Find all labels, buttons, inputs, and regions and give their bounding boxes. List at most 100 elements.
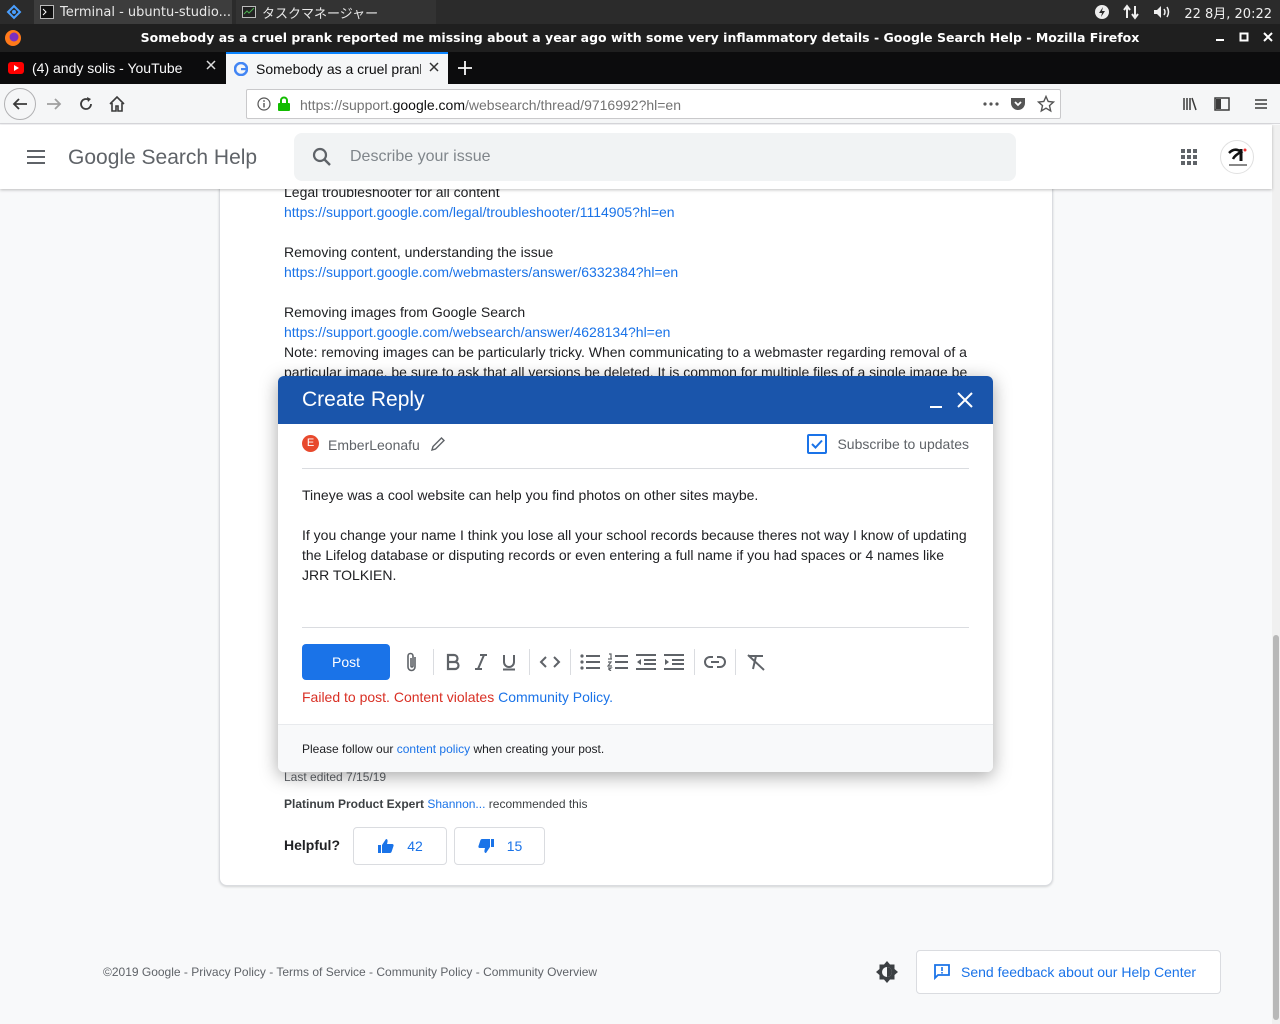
bold-button[interactable]	[441, 650, 465, 674]
help-center-header: Google Search Help	[0, 125, 1272, 189]
recommendation-prefix: Platinum Product Expert	[284, 797, 425, 811]
attach-button[interactable]	[400, 650, 424, 674]
close-icon	[957, 392, 973, 408]
google-favicon-icon	[234, 62, 248, 76]
minimize-window-button[interactable]	[1210, 28, 1230, 48]
paperclip-icon	[407, 652, 416, 672]
thumbs-down-button[interactable]: 15	[454, 827, 545, 865]
outdent-icon	[636, 654, 656, 670]
answer-link[interactable]: https://support.google.com/legal/trouble…	[284, 202, 675, 222]
numbered-list-button[interactable]	[606, 650, 630, 674]
library-button[interactable]	[1176, 90, 1204, 118]
taskbar-item-label: タスクマネージャー	[262, 6, 379, 22]
close-window-button[interactable]	[1258, 28, 1278, 48]
forward-button[interactable]	[40, 90, 68, 118]
tab-youtube[interactable]: (4) andy solis - YouTube	[0, 52, 225, 84]
post-button[interactable]: Post	[302, 644, 390, 680]
close-icon	[1263, 32, 1273, 42]
thumbs-up-button[interactable]: 42	[353, 827, 447, 865]
recommendation-line: Platinum Product Expert Shannon... recom…	[284, 794, 588, 814]
info-icon[interactable]	[257, 97, 271, 111]
window-titlebar: Somebody as a cruel prank reported me mi…	[0, 24, 1280, 52]
bookmark-star-button[interactable]	[1036, 94, 1056, 118]
back-arrow-icon	[12, 98, 27, 110]
distro-logo-icon	[6, 4, 22, 20]
page-footer-links[interactable]: ©2019 Google - Privacy Policy - Terms of…	[103, 965, 597, 979]
reply-body-paragraph[interactable]: If you change your name I think you lose…	[302, 525, 972, 585]
page-actions-button[interactable]	[981, 94, 1001, 114]
page-scrollbar-thumb[interactable]	[1273, 635, 1279, 1020]
taskbar-item-task-manager[interactable]: タスクマネージャー	[236, 0, 436, 24]
main-menu-button[interactable]	[24, 145, 48, 169]
url-bar[interactable]: https://support.google.com/websearch/thr…	[246, 89, 1061, 119]
minimize-dialog-button[interactable]	[924, 388, 948, 412]
bulleted-list-icon	[580, 654, 600, 670]
feedback-icon	[934, 964, 950, 981]
subscribe-label: Subscribe to updates	[837, 436, 969, 452]
help-search-input[interactable]	[350, 145, 950, 169]
brightness-icon	[876, 961, 898, 983]
underline-icon	[503, 655, 515, 671]
open-menu-button[interactable]	[1247, 90, 1275, 118]
tab-close-button[interactable]	[428, 60, 440, 78]
answer-text-line: Note: removing images can be particularl…	[284, 344, 967, 360]
subscribe-checkbox[interactable]	[807, 434, 828, 454]
send-feedback-button[interactable]: Send feedback about our Help Center	[916, 950, 1221, 994]
community-policy-link[interactable]: Community Policy.	[498, 689, 613, 705]
italic-button[interactable]	[469, 650, 493, 674]
subscribe-option[interactable]: Subscribe to updates	[807, 434, 969, 454]
plus-icon	[458, 61, 472, 75]
close-dialog-button[interactable]	[953, 388, 977, 412]
increase-indent-button[interactable]	[662, 650, 686, 674]
reload-icon	[80, 97, 92, 110]
home-button[interactable]	[103, 90, 131, 118]
tab-google-help[interactable]: Somebody as a cruel prank	[226, 52, 448, 84]
app-menu-button[interactable]	[0, 0, 30, 24]
system-tray: 22 8月, 20:22	[1094, 0, 1272, 24]
clock[interactable]: 22 8月, 20:22	[1184, 3, 1272, 22]
underline-button[interactable]	[497, 650, 521, 674]
recommendation-suffix: recommended this	[488, 797, 588, 811]
help-search-box[interactable]	[294, 133, 1016, 181]
power-icon[interactable]	[1094, 4, 1110, 20]
sidebar-button[interactable]	[1208, 90, 1236, 118]
volume-icon[interactable]	[1152, 4, 1172, 20]
task-manager-icon	[242, 6, 256, 18]
taskbar-item-terminal[interactable]: Terminal - ubuntu-studio...	[34, 0, 232, 24]
thumbs-down-icon	[478, 839, 494, 853]
answer-link[interactable]: https://support.google.com/webmasters/an…	[284, 262, 678, 282]
help-center-title[interactable]: Google Search Help	[68, 146, 257, 170]
reply-body-paragraph[interactable]: Tineye was a cool website can help you f…	[302, 485, 972, 505]
recommender-link[interactable]: Shannon...	[427, 797, 485, 811]
edit-pencil-icon[interactable]	[430, 436, 446, 452]
network-icon[interactable]	[1122, 4, 1140, 20]
answer-link[interactable]: https://support.google.com/websearch/ans…	[284, 322, 670, 342]
tab-close-button[interactable]	[205, 58, 217, 76]
dark-mode-toggle[interactable]	[875, 960, 899, 984]
youtube-favicon-icon	[8, 62, 24, 74]
star-icon	[1036, 94, 1056, 113]
account-avatar[interactable]	[1220, 140, 1254, 174]
pocket-icon	[1011, 98, 1025, 110]
window-title: Somebody as a cruel prank reported me mi…	[140, 30, 1140, 45]
sidebar-icon	[1214, 97, 1230, 111]
new-tab-button[interactable]	[452, 56, 478, 80]
content-policy-link[interactable]: content policy	[397, 742, 470, 756]
minimize-icon	[930, 406, 942, 408]
clear-formatting-button[interactable]	[744, 650, 768, 674]
thumbs-down-count: 15	[506, 838, 523, 854]
lock-icon[interactable]	[277, 96, 291, 112]
reload-button[interactable]	[72, 90, 100, 118]
hamburger-icon	[27, 150, 45, 164]
insert-link-button[interactable]	[703, 650, 727, 674]
google-apps-button[interactable]	[1177, 145, 1201, 169]
pocket-button[interactable]	[1009, 95, 1027, 118]
decrease-indent-button[interactable]	[634, 650, 658, 674]
browser-tab-bar: (4) andy solis - YouTube Somebody as a c…	[0, 52, 1280, 84]
terminal-icon	[40, 5, 54, 19]
clear-formatting-icon	[747, 654, 765, 671]
maximize-window-button[interactable]	[1234, 28, 1254, 48]
bulleted-list-button[interactable]	[578, 650, 602, 674]
back-button[interactable]	[4, 88, 36, 120]
code-button[interactable]	[538, 650, 562, 674]
